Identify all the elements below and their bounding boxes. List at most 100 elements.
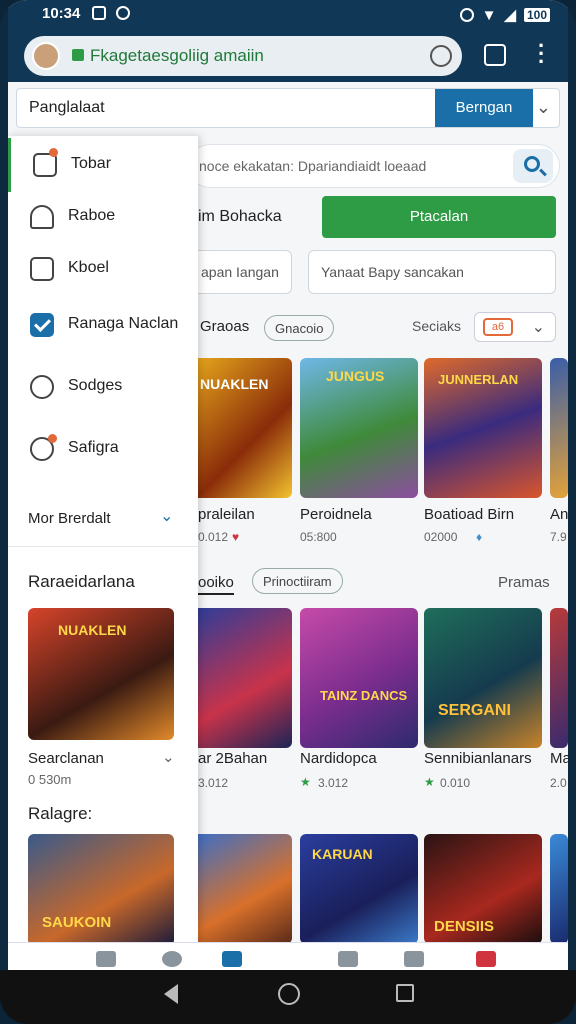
drawer-item[interactable]: Tobar <box>8 138 198 192</box>
overflow-menu-icon[interactable]: · · · <box>538 35 545 73</box>
bottom-navigation <box>8 942 568 970</box>
game-card-image[interactable]: KARUAN <box>300 834 418 944</box>
games-icon[interactable] <box>222 951 242 967</box>
game-card-image[interactable] <box>550 608 568 748</box>
alarm-icon <box>459 8 474 22</box>
drawer-item-label: Ranaga Naclan <box>68 315 179 332</box>
field-two[interactable]: Yanaat Bapy sancakan <box>308 250 556 294</box>
phone-frame: 10:34 ▼ ◢ 100 Fkagetaesgoliig amaiin · · · <box>0 0 576 1024</box>
card-meta: 0.012 <box>198 530 229 544</box>
wifi-icon: ▼ <box>481 6 497 24</box>
card-title: Nardidopca <box>300 750 377 767</box>
star-icon: ★ <box>424 775 435 789</box>
status-time: 10:34 <box>42 5 81 22</box>
drawer-item[interactable]: Safigra <box>8 422 198 476</box>
notification-icon <box>92 6 106 20</box>
home-button-icon[interactable] <box>278 983 300 1005</box>
folder-icon <box>30 257 54 281</box>
top-label[interactable]: Panglalaat <box>29 99 105 117</box>
drawer-item-label: Raboe <box>68 207 116 224</box>
card-art-text: SERGANI <box>438 702 511 719</box>
top-search-row: Panglalaat Berngan ⌄ <box>16 88 560 128</box>
drawer-item[interactable]: Kboel <box>8 242 198 296</box>
section-link[interactable]: Pramas <box>498 574 550 591</box>
checkbox-icon <box>30 313 54 337</box>
drawer-game-card[interactable]: NUAKLEN <box>28 608 174 740</box>
card-art-text: KARUAN <box>312 846 373 862</box>
notification-dot <box>49 148 58 157</box>
drawer-item[interactable]: Sodges <box>8 360 198 414</box>
drawer-item[interactable]: Ranaga Naclan <box>8 298 198 352</box>
stats-icon[interactable] <box>476 951 496 967</box>
game-card-image[interactable]: JUNGUS <box>300 358 418 498</box>
site-settings-icon[interactable] <box>430 45 452 67</box>
drop-icon: ♦ <box>476 530 483 544</box>
home-icon[interactable] <box>96 951 116 967</box>
drawer-item-label: Safigra <box>68 439 119 456</box>
search-input[interactable]: noce ekakatan: Dpariandiaidt loeaad <box>188 144 560 188</box>
notification-dot <box>48 434 57 443</box>
cloud-icon <box>30 375 54 399</box>
sort-select[interactable]: a6 ⌄ <box>474 312 556 342</box>
drawer-card-meta: 0 530m <box>28 772 72 787</box>
chip-filter[interactable]: Gnacoio <box>264 315 335 341</box>
tabs-button[interactable] <box>484 44 506 66</box>
chevron-down-icon: ⌄ <box>531 319 545 336</box>
filter-label: im Bohacka <box>198 208 282 225</box>
drawer-more[interactable]: Mor Brerdalt <box>28 510 111 527</box>
search-button[interactable] <box>513 149 553 183</box>
card-art-text: JUNNERLAN <box>438 372 519 387</box>
chip-filter-two[interactable]: Prinoctiiram <box>252 568 343 594</box>
chevron-down-icon[interactable]: ⌄ <box>160 506 173 526</box>
game-card-image[interactable] <box>550 358 568 498</box>
field-one[interactable]: apan Iangan <box>188 250 292 294</box>
screen: 10:34 ▼ ◢ 100 Fkagetaesgoliig amaiin · · · <box>8 0 568 970</box>
star-icon: ★ <box>300 775 311 789</box>
card-title: Peroidnela <box>300 506 372 523</box>
card-meta: 05:800 <box>300 530 337 544</box>
drawer-item[interactable]: Raboe <box>8 190 198 244</box>
search-icon[interactable] <box>162 951 182 967</box>
chevron-down-icon[interactable]: ⌄ <box>536 97 551 118</box>
profile-avatar[interactable] <box>32 42 60 70</box>
card-meta: 7.9 <box>550 530 567 544</box>
back-icon[interactable] <box>164 984 178 1004</box>
url-text[interactable]: Fkagetaesgoliig amaiin <box>90 46 264 66</box>
search-placeholder: noce ekakatan: Dpariandiaidt loeaad <box>199 158 427 174</box>
lock-icon <box>72 49 84 61</box>
game-card-image[interactable]: SERGANI <box>424 608 542 748</box>
game-card-image[interactable] <box>192 834 292 944</box>
game-card-image[interactable]: DENSIIS <box>424 834 542 944</box>
chat-icon[interactable] <box>338 951 358 967</box>
drawer-section-title: Raraeidarlana <box>28 572 135 591</box>
status-bar: 10:34 ▼ ◢ 100 <box>8 0 568 30</box>
game-card-image[interactable]: JUNNERLAN <box>424 358 542 498</box>
drawer-game-card[interactable]: SAUKOIN <box>28 834 174 946</box>
drawer-section-title: Ralagre: <box>28 804 93 823</box>
game-card-image[interactable]: NUAKLEN <box>192 358 292 498</box>
chevron-down-icon[interactable]: ⌄ <box>162 748 175 766</box>
sort-label: Seciaks <box>412 318 462 334</box>
top-action-button[interactable]: Berngan <box>435 89 533 127</box>
recents-icon[interactable] <box>396 984 414 1002</box>
navigation-drawer: Tobar Raboe Kboel Ranaga Naclan Sodges S… <box>8 136 198 970</box>
browser-toolbar: Fkagetaesgoliig amaiin · · · <box>8 30 568 82</box>
tab-active[interactable]: ooiko <box>198 574 234 595</box>
address-bar[interactable]: Fkagetaesgoliig amaiin <box>24 36 462 76</box>
drawer-item-label: Kboel <box>68 259 109 276</box>
game-card-image[interactable] <box>550 834 568 944</box>
card-title: ar 2Bahan <box>198 750 268 767</box>
search-icon <box>524 156 540 172</box>
section-title-games: Graoas <box>200 318 250 335</box>
drawer-card-title: Searclanan <box>28 750 104 767</box>
primary-green-button[interactable]: Ptacalan <box>322 196 556 238</box>
signal-icon: ◢ <box>504 7 516 24</box>
hat-icon <box>30 205 54 229</box>
card-meta: 3.012 <box>198 776 229 790</box>
card-title: Ant <box>550 506 568 523</box>
library-icon[interactable] <box>404 951 424 967</box>
game-card-image[interactable]: TAINZ DANCS <box>300 608 418 748</box>
game-card-image[interactable] <box>192 608 292 748</box>
drawer-item-label: Tobar <box>71 155 112 172</box>
card-meta: 2.0 <box>550 776 567 790</box>
